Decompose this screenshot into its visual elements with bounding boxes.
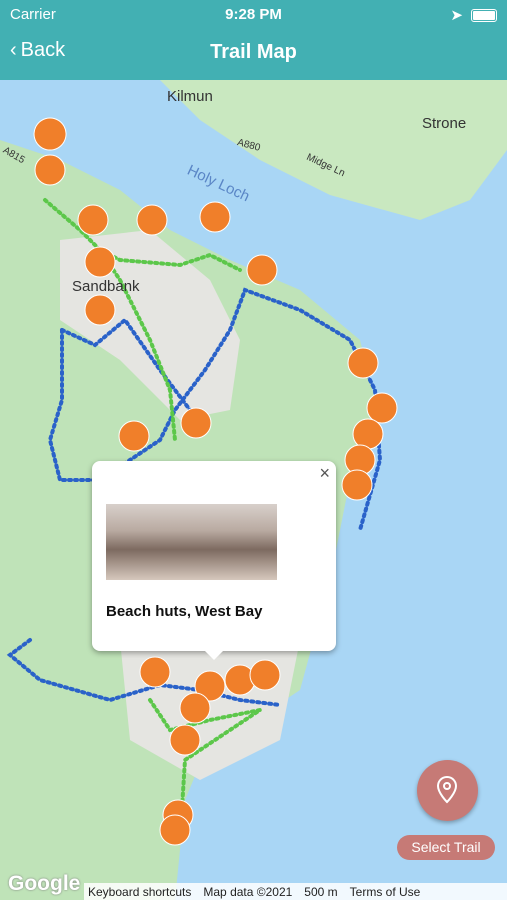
close-icon[interactable]: ×: [319, 463, 330, 484]
map-pin: [179, 692, 211, 724]
map-pin: [136, 204, 168, 236]
map-pin: [366, 392, 398, 424]
map-pin: [139, 656, 171, 688]
map-pin: [118, 420, 150, 452]
label-strone: Strone: [422, 115, 467, 132]
map-pin: [352, 418, 384, 450]
scale-label: 500 m: [304, 884, 338, 899]
map-pin: [34, 154, 66, 186]
map-pin: [180, 407, 212, 439]
keyboard-shortcuts-link[interactable]: Keyboard shortcuts: [88, 885, 191, 899]
map-pin: [84, 246, 116, 278]
status-bar: Carrier 9:28 PM ➤: [0, 0, 507, 28]
battery-icon: [471, 8, 497, 22]
location-button[interactable]: [417, 760, 478, 821]
status-icons: ➤: [450, 6, 497, 24]
status-time: 9:28 PM: [225, 6, 282, 23]
location-pin-icon: [436, 776, 458, 804]
map-pin: [33, 117, 67, 151]
map-pin: [246, 254, 278, 286]
location-arrow-icon: ➤: [450, 7, 463, 24]
label-kilmun: Kilmun: [167, 88, 213, 105]
map-pin: [77, 204, 109, 236]
map-pin: [84, 294, 116, 326]
popup-title: Beach huts, West Bay: [106, 603, 263, 620]
beach-huts-photo: [106, 504, 277, 580]
map-pin: [249, 659, 281, 691]
terms-link[interactable]: Terms of Use: [350, 885, 421, 899]
map-pin: [341, 469, 373, 501]
map-data-link[interactable]: Map data ©2021: [203, 885, 292, 899]
map-pin: [159, 814, 191, 846]
nav-bar: ‹ Back Trail Map: [0, 28, 507, 80]
map-attribution: Keyboard shortcuts Map data ©2021 500 m …: [84, 883, 507, 900]
map-pin: [169, 724, 201, 756]
page-title: Trail Map: [210, 41, 297, 63]
google-logo: Google: [8, 872, 81, 895]
info-popup[interactable]: × Beach huts, West Bay: [92, 461, 336, 660]
select-trail-button[interactable]: Select Trail: [397, 835, 495, 860]
map-pin: [199, 201, 231, 233]
label-sandbank: Sandbank: [72, 278, 140, 295]
map-pin: [347, 347, 379, 379]
